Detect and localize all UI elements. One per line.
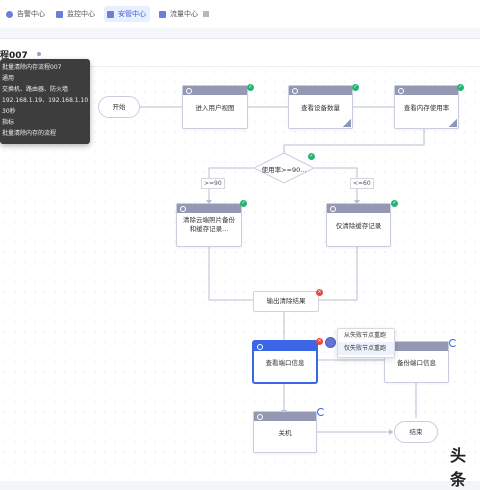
node-label: 查看端口信息 xyxy=(265,359,305,367)
apps-grid-icon[interactable] xyxy=(203,11,209,17)
edge-label-left[interactable]: >=90 xyxy=(201,178,225,189)
node-label: 查看设备数量 xyxy=(301,104,340,112)
node-label: 查看内存使用率 xyxy=(403,104,450,112)
success-check-icon: ✓ xyxy=(352,84,359,91)
node-label: 结束 xyxy=(409,428,423,436)
node-type-icon xyxy=(292,88,298,94)
node-type-icon xyxy=(257,414,263,420)
loading-spinner-icon xyxy=(317,408,325,416)
end-node[interactable]: 结束 xyxy=(394,421,438,443)
traffic-icon xyxy=(159,10,166,18)
node-label: 输出清除结果 xyxy=(266,297,306,305)
tab-monitor-center[interactable]: 监控中心 xyxy=(53,6,99,22)
node-type-icon xyxy=(330,206,336,212)
node-enter-user-view[interactable]: 进入用户视图 xyxy=(182,85,248,129)
node-label: 关机 xyxy=(278,429,292,437)
node-label: 进入用户视图 xyxy=(195,104,235,112)
node-shutdown[interactable]: 关机 xyxy=(253,411,317,453)
tab-traffic-center[interactable]: 流量中心 xyxy=(156,6,202,22)
tooltip-device-types: 交换机、路由器、防火墙 xyxy=(2,86,69,93)
node-type-icon xyxy=(257,344,263,350)
node-check-memory-usage[interactable]: 查看内存使用率 xyxy=(394,85,459,129)
loading-spinner-icon xyxy=(449,339,457,347)
tooltip-timeout: 30秒 xyxy=(2,108,16,115)
tooltip-description: 批量清除内存的流程 xyxy=(2,130,57,137)
success-check-icon: ✓ xyxy=(240,200,247,207)
flow-info-tooltip: 批量清除内存流程007 通用 交换机、路由器、防火墙 192.168.1.19、… xyxy=(0,59,90,144)
security-icon xyxy=(107,10,114,18)
error-x-icon: × xyxy=(316,338,323,345)
start-node[interactable]: 开始 xyxy=(98,96,140,118)
resize-handle-icon[interactable] xyxy=(449,119,457,127)
success-check-icon: ✓ xyxy=(308,153,315,160)
node-type-icon xyxy=(398,88,404,94)
node-type-icon xyxy=(180,206,186,212)
tooltip-category: 通用 xyxy=(2,75,15,82)
tooltip-ips: 192.168.1.19、192.168.1.10 xyxy=(2,97,88,104)
success-check-icon: ✓ xyxy=(391,200,398,207)
tab-label: 安管中心 xyxy=(118,10,146,18)
alert-icon xyxy=(6,10,13,18)
tooltip-type: 指标 xyxy=(2,119,15,126)
tab-security-center[interactable]: 安管中心 xyxy=(104,6,150,22)
node-clear-cache-only[interactable]: 仅清除缓存记录 xyxy=(326,203,391,247)
tooltip-name: 批量清除内存流程007 xyxy=(2,64,62,71)
tab-label: 流量中心 xyxy=(170,10,198,18)
watermark-logo: 头条 xyxy=(450,446,467,489)
node-type-icon xyxy=(186,88,192,94)
node-context-menu: 从失败节点重跑 仅失败节点重跑 xyxy=(337,328,395,358)
resize-handle-icon[interactable] xyxy=(343,119,351,127)
menu-item-rerun-failed-only[interactable]: 仅失败节点重跑 xyxy=(338,342,394,355)
node-check-port-info[interactable]: 查看端口信息 xyxy=(253,341,317,383)
monitor-icon xyxy=(56,10,63,18)
more-options-icon[interactable] xyxy=(325,337,336,348)
tab-label: 告警中心 xyxy=(17,10,45,18)
node-label: 开始 xyxy=(112,103,126,111)
error-x-icon: × xyxy=(316,289,323,296)
menu-item-rerun-from-failed[interactable]: 从失败节点重跑 xyxy=(338,329,394,342)
tab-alert-center[interactable]: 告警中心 xyxy=(3,6,49,22)
edge-label-right[interactable]: <=60 xyxy=(350,178,374,189)
success-check-icon: ✓ xyxy=(457,84,464,91)
node-output-result[interactable]: 输出清除结果 xyxy=(253,291,319,312)
node-label: 清除云端照片备份和缓存记录... xyxy=(183,216,235,233)
decision-label[interactable]: 使用率>=90... xyxy=(258,164,310,174)
node-check-device-count[interactable]: 查看设备数量 xyxy=(288,85,353,129)
info-dot-icon[interactable] xyxy=(37,52,41,56)
node-clear-cloud-backup[interactable]: 清除云端照片备份和缓存记录... xyxy=(176,203,242,247)
success-check-icon: ✓ xyxy=(247,84,254,91)
tab-label: 监控中心 xyxy=(67,10,95,18)
node-label: 仅清除缓存记录 xyxy=(335,222,382,230)
node-label: 备份端口信息 xyxy=(397,359,436,367)
top-nav-bar: 告警中心 监控中心 安管中心 流量中心 xyxy=(0,0,480,29)
